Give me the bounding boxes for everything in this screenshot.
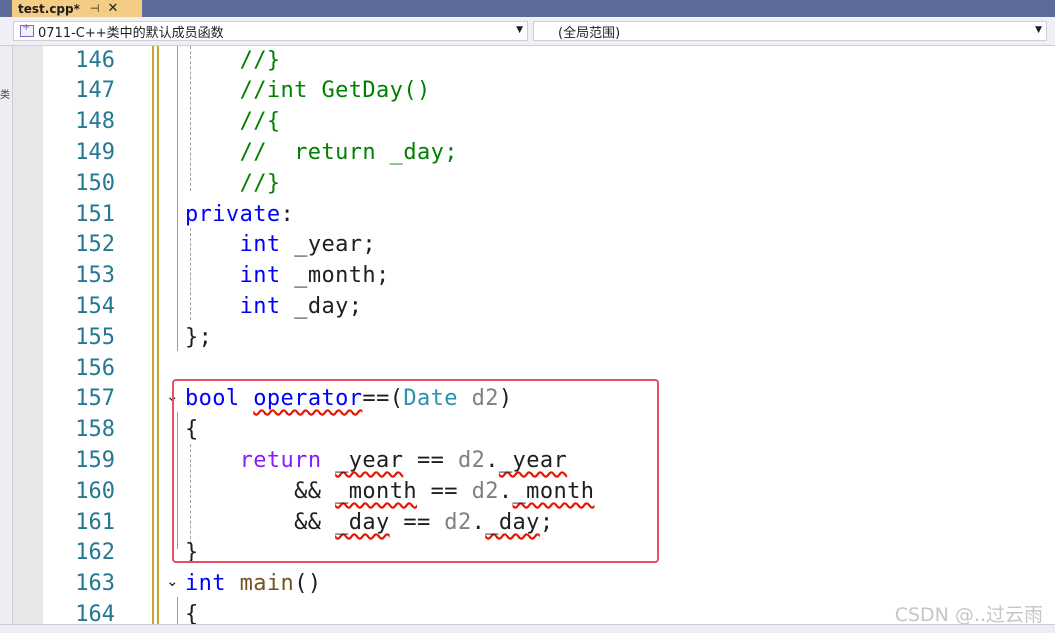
line-number: 162	[75, 540, 115, 565]
code-text: //}	[185, 171, 281, 196]
code-line: 154 int _day;	[0, 291, 1055, 322]
pin-icon[interactable]: ⊣	[90, 2, 100, 15]
project-label: 0711-C++类中的默认成员函数	[38, 25, 224, 41]
code-line: 155 };	[0, 322, 1055, 353]
tab-label: test.cpp*	[18, 1, 80, 16]
line-number: 160	[75, 479, 115, 504]
code-text: // return _day;	[185, 140, 458, 165]
line-number: 146	[75, 48, 115, 73]
code-text: private:	[185, 202, 295, 227]
document-tab-bar: test.cpp* ⊣ ✕	[0, 0, 1055, 17]
code-text: //int GetDay()	[185, 78, 431, 103]
watermark: CSDN @..过云雨	[894, 604, 1043, 626]
line-number: 163	[75, 571, 115, 596]
line-number: 158	[75, 417, 115, 442]
line-number: 154	[75, 294, 115, 319]
code-text: int _day;	[239, 294, 363, 319]
code-line: 149 // return _day;	[0, 137, 1055, 168]
close-icon[interactable]: ✕	[107, 1, 118, 16]
code-line: 147 //int GetDay()	[0, 75, 1055, 106]
code-text: };	[185, 325, 213, 350]
line-number: 156	[75, 356, 115, 381]
code-line: 146 //}	[0, 45, 1055, 76]
line-number: 157	[75, 386, 115, 411]
line-number: 159	[75, 448, 115, 473]
code-line: 152 int _year;	[0, 229, 1055, 260]
line-number: 147	[75, 78, 115, 103]
code-line: 153 int _month;	[0, 260, 1055, 291]
highlight-box	[172, 379, 659, 563]
chevron-down-icon[interactable]: ▼	[1035, 25, 1042, 35]
line-number: 151	[75, 202, 115, 227]
scope-dropdown[interactable]: (全局范围) ▼	[533, 21, 1047, 41]
chevron-down-icon[interactable]: ▼	[516, 25, 523, 35]
line-number: 153	[75, 263, 115, 288]
code-text: int _month;	[239, 263, 390, 288]
scope-label: (全局范围)	[558, 25, 621, 41]
code-text: //}	[185, 48, 281, 73]
navigation-bar: 0711-C++类中的默认成员函数 ▼ (全局范围) ▼	[0, 17, 1055, 46]
line-number: 152	[75, 232, 115, 257]
tab-test-cpp[interactable]: test.cpp* ⊣ ✕	[12, 0, 142, 17]
line-number: 150	[75, 171, 115, 196]
line-number: 155	[75, 325, 115, 350]
code-line: 163 int main()	[0, 568, 1055, 599]
project-dropdown[interactable]: 0711-C++类中的默认成员函数 ▼	[13, 21, 528, 41]
project-icon	[20, 22, 34, 37]
line-number: 161	[75, 510, 115, 535]
code-text: int main()	[185, 571, 322, 596]
line-number: 149	[75, 140, 115, 165]
code-text: //{	[185, 109, 281, 134]
code-text: int _year;	[239, 232, 377, 257]
line-number: 148	[75, 109, 115, 134]
code-line: 150 //}	[0, 168, 1055, 199]
code-line: 151 private:	[0, 199, 1055, 230]
code-line: 148 //{	[0, 106, 1055, 137]
